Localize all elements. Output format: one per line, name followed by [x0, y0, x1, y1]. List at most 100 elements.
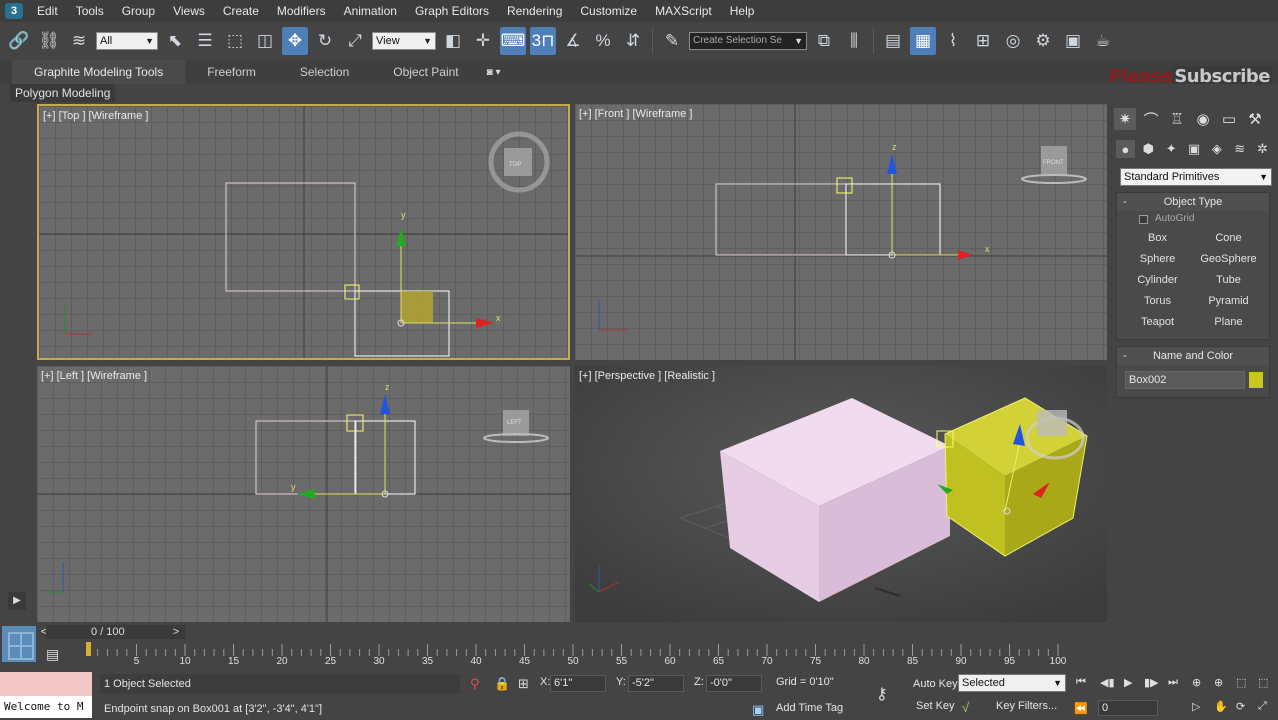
tab-object-paint[interactable]: Object Paint [371, 60, 480, 84]
link-icon[interactable]: 🔗 [6, 27, 32, 55]
pivot-center-icon[interactable]: ◧ [440, 27, 466, 55]
left-viewport-label[interactable]: [+] [Left ] [Wireframe ] [41, 370, 147, 382]
object-name-field[interactable]: Box002 [1125, 371, 1245, 389]
geosphere-button[interactable]: GeoSphere [1196, 251, 1261, 268]
viewport-front[interactable]: z x FRONT [+] [Front ] [Wireframe ] [575, 104, 1107, 360]
menu-customize[interactable]: Customize [571, 0, 646, 22]
zoom-extents-all-icon[interactable]: ⬚ [1258, 676, 1268, 689]
auto-key-button[interactable]: Auto Key [913, 678, 958, 690]
set-key-icon[interactable]: ⚷ [876, 684, 888, 704]
display-tab-icon[interactable]: ▭ [1218, 108, 1240, 130]
app-logo[interactable]: 3 [0, 0, 28, 22]
z-coord-field[interactable]: -0'0" [706, 675, 762, 692]
menu-create[interactable]: Create [214, 0, 268, 22]
zoom-all-icon[interactable]: ⊕ [1214, 676, 1223, 689]
menu-tools[interactable]: Tools [67, 0, 113, 22]
shapes-icon[interactable]: ⬢ [1139, 140, 1158, 158]
move-tool-icon[interactable]: ✥ [282, 27, 308, 55]
sphere-button[interactable]: Sphere [1125, 251, 1190, 268]
object-color-swatch[interactable] [1249, 372, 1263, 388]
menu-help[interactable]: Help [721, 0, 764, 22]
viewport-top[interactable]: y x TOP [+] [Top ] [Wireframe ] [37, 104, 570, 360]
torus-button[interactable]: Torus [1125, 293, 1190, 310]
top-viewport-label[interactable]: [+] [Top ] [Wireframe ] [43, 110, 148, 122]
angle-snap-icon[interactable]: ∡ [560, 27, 586, 55]
create-tab-icon[interactable]: ✷ [1114, 108, 1136, 130]
x-coord-field[interactable]: 6'1" [550, 675, 606, 692]
menu-maxscript[interactable]: MAXScript [646, 0, 721, 22]
maxscript-listener-mini[interactable] [0, 672, 92, 696]
key-filter-curve-icon[interactable]: √ [962, 700, 969, 715]
isolate-icon[interactable]: ⚲ [470, 676, 480, 692]
keyboard-shortcut-icon[interactable]: ⌨ [500, 27, 526, 55]
y-coord-field[interactable]: -5'2" [628, 675, 684, 692]
rendered-frame-icon[interactable]: ▣ [1060, 27, 1086, 55]
menu-modifiers[interactable]: Modifiers [268, 0, 335, 22]
percent-snap-icon[interactable]: % [590, 27, 616, 55]
cameras-icon[interactable]: ▣ [1185, 140, 1204, 158]
schematic-view-icon[interactable]: ⊞ [970, 27, 996, 55]
spacewarps-icon[interactable]: ≋ [1230, 140, 1249, 158]
named-selection-sets-field[interactable]: Create Selection Se ▼ [689, 32, 807, 50]
utilities-tab-icon[interactable]: ⚒ [1244, 108, 1266, 130]
menu-views[interactable]: Views [164, 0, 214, 22]
ref-coord-select[interactable]: View ▼ [372, 32, 436, 50]
systems-icon[interactable]: ✲ [1253, 140, 1272, 158]
chevron-right-icon[interactable]: > [168, 624, 184, 640]
rect-selection-icon[interactable]: ⬚ [222, 27, 248, 55]
time-tag-icon[interactable]: ▣ [752, 702, 764, 718]
mirror-icon[interactable]: ⧉ [811, 27, 837, 55]
go-to-end-icon[interactable]: ⏭ [1168, 676, 1178, 689]
plane-button[interactable]: Plane [1196, 314, 1261, 331]
time-slider[interactable]: < 0 / 100 > [36, 624, 1106, 640]
layer-manager-icon[interactable]: ▤ [880, 27, 906, 55]
viewport-left[interactable]: z y LEFT [+] [Left ] [Wireframe ] [37, 366, 570, 622]
helpers-icon[interactable]: ◈ [1207, 140, 1226, 158]
key-mode-toggle-icon[interactable]: ⏪ [1074, 702, 1088, 715]
menu-rendering[interactable]: Rendering [498, 0, 571, 22]
menu-group[interactable]: Group [113, 0, 164, 22]
maximize-viewport-icon[interactable]: ⤢ [1258, 700, 1267, 713]
selection-filter-select[interactable]: All ▼ [96, 32, 158, 50]
track-bar[interactable]: 5 10 15 20 25 30 35 40 45 50 55 60 65 70 75 80 85 90 95 100 [86, 642, 1110, 668]
name-color-header[interactable]: - Name and Color [1117, 347, 1269, 365]
curve-editor-icon[interactable]: ⌇ [940, 27, 966, 55]
modify-tab-icon[interactable]: ⌒ [1140, 108, 1162, 130]
menu-animation[interactable]: Animation [335, 0, 406, 22]
cylinder-button[interactable]: Cylinder [1125, 272, 1190, 289]
set-key-button[interactable]: Set Key [916, 700, 955, 712]
absolute-mode-icon[interactable]: ⊞ [518, 676, 529, 692]
material-editor-icon[interactable]: ◎ [1000, 27, 1026, 55]
viewport-layout-icon[interactable] [2, 626, 36, 662]
pyramid-button[interactable]: Pyramid [1196, 293, 1261, 310]
key-mode-select[interactable]: Selected ▼ [958, 674, 1066, 692]
render-production-icon[interactable]: ☕ [1090, 27, 1116, 55]
zoom-extents-icon[interactable]: ⬚ [1236, 676, 1246, 689]
maxscript-mini-field[interactable]: Welcome to M [0, 696, 92, 718]
orbit-icon[interactable]: ⟳ [1236, 700, 1245, 713]
autogrid-checkbox[interactable]: AutoGrid [1117, 211, 1269, 226]
spinner-snap-icon[interactable]: ⇵ [620, 27, 646, 55]
menu-edit[interactable]: Edit [28, 0, 67, 22]
hierarchy-tab-icon[interactable]: ♖ [1166, 108, 1188, 130]
edit-named-sets-icon[interactable]: ✎ [659, 27, 685, 55]
current-frame-field[interactable]: 0 [1098, 700, 1158, 716]
primitive-category-select[interactable]: Standard Primitives ▼ [1120, 168, 1272, 186]
polygon-modeling-label[interactable]: Polygon Modeling [10, 84, 116, 102]
pan-icon[interactable]: ✋ [1214, 700, 1228, 713]
menu-graph-editors[interactable]: Graph Editors [406, 0, 498, 22]
mini-curve-editor-icon[interactable]: ▤ [46, 646, 59, 663]
tab-freeform[interactable]: Freeform [185, 60, 278, 84]
tab-graphite-modeling-tools[interactable]: Graphite Modeling Tools [12, 60, 186, 84]
render-setup-icon[interactable]: ⚙ [1030, 27, 1056, 55]
field-of-view-icon[interactable]: ▷ [1192, 700, 1200, 713]
current-frame-marker[interactable] [86, 642, 91, 656]
geometry-icon[interactable]: ● [1116, 140, 1135, 158]
viewport-perspective[interactable]: [+] [Perspective ] [Realistic ] [575, 366, 1107, 622]
zoom-icon[interactable]: ⊕ [1192, 676, 1201, 689]
lights-icon[interactable]: ✦ [1162, 140, 1181, 158]
expand-arrow-icon[interactable]: ▶ [8, 592, 26, 610]
rotate-tool-icon[interactable]: ↻ [312, 27, 338, 55]
add-time-tag[interactable]: Add Time Tag [776, 702, 843, 714]
snap-toggle-icon[interactable]: 3 ⊓ [530, 27, 556, 55]
